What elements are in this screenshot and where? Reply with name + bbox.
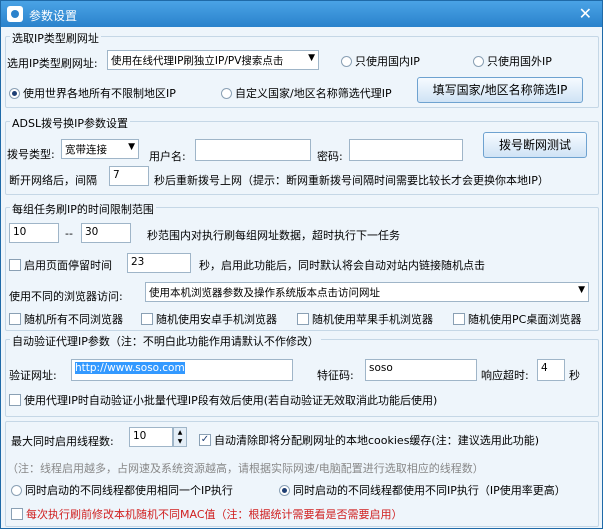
- rand-pc-label: 随机使用PC桌面浏览器: [468, 313, 582, 326]
- radio-domestic-ip-label: 只使用国内IP: [355, 55, 420, 68]
- timeout-label: 响应超时:: [481, 369, 529, 382]
- feature-code-input[interactable]: soso: [365, 359, 477, 381]
- stay-description: 秒，启用此功能后，同时默认将会自动对站内链接随机点击: [199, 259, 485, 272]
- max-threads-spinner[interactable]: ▲ ▼: [173, 427, 187, 447]
- feature-code-label: 特征码:: [317, 369, 354, 382]
- dial-test-button[interactable]: 拨号断网测试: [483, 132, 587, 158]
- batch-verify-label: 使用代理IP时自动验证小批量代理IP段有效后使用(若自动验证无效取消此功能后使用…: [24, 394, 438, 407]
- mac-change-box: [11, 508, 23, 520]
- radio-all-regions-label: 使用世界各地所有不限制地区IP: [23, 87, 176, 100]
- verify-url-input[interactable]: http://www.soso.com: [71, 359, 293, 381]
- rand-pc-checkbox[interactable]: 随机使用PC桌面浏览器: [453, 311, 581, 327]
- max-threads-label: 最大同时启用线程数:: [11, 435, 114, 448]
- browser-select-label: 使用不同的浏览器访问:: [9, 290, 123, 303]
- ip-type-select[interactable]: 使用在线代理IP刷独立IP/PV搜索点击 ▼: [107, 50, 319, 70]
- max-seconds-input[interactable]: 30: [81, 223, 131, 243]
- stay-time-checkbox-label: 启用页面停留时间: [24, 259, 112, 272]
- radio-same-ip-label: 同时启动的不同线程都使用相同一个IP执行: [25, 484, 233, 497]
- close-icon[interactable]: ✕: [579, 4, 592, 23]
- rand-all-browsers-box: [9, 313, 21, 325]
- range-description: 秒范围内对执行刷每组网址数据，超时执行下一任务: [147, 229, 400, 242]
- browser-select[interactable]: 使用本机浏览器参数及操作系统版本点击访问网址 ▼: [145, 282, 589, 302]
- stay-time-checkbox-box: [9, 259, 21, 271]
- radio-custom-region[interactable]: 自定义国家/地区名称筛选代理IP: [221, 85, 392, 101]
- title-bar: 参数设置 ✕: [1, 1, 602, 27]
- radio-custom-region-label: 自定义国家/地区名称筛选代理IP: [235, 87, 392, 100]
- radio-same-ip[interactable]: 同时启动的不同线程都使用相同一个IP执行: [11, 482, 233, 498]
- radio-foreign-ip[interactable]: 只使用国外IP: [473, 53, 552, 69]
- rand-all-browsers-label: 随机所有不同浏览器: [24, 313, 123, 326]
- radio-diff-ip-dot: [279, 484, 290, 496]
- verify-group-title: 自动验证代理IP参数（注：不明白此功能作用请默认不作修改）: [10, 333, 321, 349]
- max-threads-input[interactable]: 10: [129, 427, 173, 447]
- mac-change-checkbox[interactable]: 每次执行刷前修改本机随机不同MAC值（注：根据统计需要看是否需要启用）: [11, 506, 403, 522]
- dial-type-value: 宽带连接: [65, 144, 107, 156]
- password-input[interactable]: [349, 139, 463, 161]
- min-seconds-input[interactable]: 10: [9, 223, 59, 243]
- timeout-input[interactable]: 4: [537, 359, 565, 381]
- radio-all-regions[interactable]: 使用世界各地所有不限制地区IP: [9, 85, 176, 101]
- browser-select-value: 使用本机浏览器参数及操作系统版本点击访问网址: [149, 287, 380, 299]
- auto-clear-cookies-checkbox[interactable]: ✓ 自动清除即将分配刷网址的本地cookies缓存(注：建议选用此功能): [199, 432, 539, 448]
- chevron-down-icon: ▼: [578, 285, 585, 295]
- radio-domestic-ip[interactable]: 只使用国内IP: [341, 53, 420, 69]
- chevron-down-icon: ▼: [128, 142, 135, 152]
- password-label: 密码:: [317, 150, 343, 163]
- rand-apple-box: [297, 313, 309, 325]
- radio-diff-ip-label: 同时启动的不同线程都使用不同IP执行（IP使用率更高）: [293, 484, 566, 497]
- ip-type-group-title: 选取IP类型刷网址: [10, 30, 101, 46]
- window-title: 参数设置: [29, 9, 78, 23]
- timeout-unit: 秒: [569, 369, 580, 382]
- rand-all-browsers-checkbox[interactable]: 随机所有不同浏览器: [9, 311, 123, 327]
- ip-type-select-value: 使用在线代理IP刷独立IP/PV搜索点击: [111, 55, 284, 67]
- chevron-down-icon: ▼: [308, 53, 315, 63]
- rand-android-label: 随机使用安卓手机浏览器: [156, 313, 277, 326]
- username-input[interactable]: [195, 139, 311, 161]
- radio-custom-region-dot: [221, 87, 232, 99]
- rand-android-box: [141, 313, 153, 325]
- dial-type-label: 拨号类型:: [7, 148, 55, 161]
- batch-verify-box: [9, 394, 21, 406]
- interval-prefix: 断开网络后，间隔: [9, 174, 97, 187]
- auto-clear-cookies-label: 自动清除即将分配刷网址的本地cookies缓存(注：建议选用此功能): [214, 434, 540, 447]
- radio-diff-ip[interactable]: 同时启动的不同线程都使用不同IP执行（IP使用率更高）: [279, 482, 566, 498]
- rand-android-checkbox[interactable]: 随机使用安卓手机浏览器: [141, 311, 277, 327]
- radio-foreign-ip-dot: [473, 55, 484, 67]
- radio-foreign-ip-label: 只使用国外IP: [487, 55, 552, 68]
- app-icon: [7, 6, 23, 22]
- stay-seconds-input[interactable]: 23: [127, 253, 191, 273]
- settings-window: 参数设置 ✕ 选取IP类型刷网址 选用IP类型刷网址: 使用在线代理IP刷独立I…: [0, 0, 603, 529]
- radio-same-ip-dot: [11, 484, 22, 496]
- interval-suffix: 秒后重新拨号上网（提示：断网重新拨号间隔时间需要比较长才会更换你本地IP）: [154, 174, 549, 187]
- radio-domestic-ip-dot: [341, 55, 352, 67]
- batch-verify-checkbox[interactable]: 使用代理IP时自动验证小批量代理IP段有效后使用(若自动验证无效取消此功能后使用…: [9, 392, 437, 408]
- rand-pc-box: [453, 313, 465, 325]
- radio-all-regions-dot: [9, 87, 20, 99]
- rand-apple-label: 随机使用苹果手机浏览器: [312, 313, 433, 326]
- verify-url-label: 验证网址:: [9, 369, 57, 382]
- dial-type-select[interactable]: 宽带连接 ▼: [61, 139, 139, 159]
- range-separator: --: [65, 227, 73, 240]
- interval-input[interactable]: 7: [109, 166, 149, 186]
- adsl-group-title: ADSL拨号换IP参数设置: [10, 115, 130, 131]
- threads-note: （注：线程启用越多，占网速及系统资源越高，请根据实际网速/电脑配置进行选取相应的…: [7, 462, 484, 475]
- ip-type-select-label: 选用IP类型刷网址:: [7, 57, 98, 70]
- verify-url-value: http://www.soso.com: [75, 362, 185, 374]
- rand-apple-checkbox[interactable]: 随机使用苹果手机浏览器: [297, 311, 433, 327]
- fill-region-button[interactable]: 填写国家/地区名称筛选IP: [417, 77, 583, 103]
- auto-clear-cookies-box: ✓: [199, 434, 211, 446]
- username-label: 用户名:: [149, 150, 186, 163]
- stay-time-checkbox[interactable]: 启用页面停留时间: [9, 257, 112, 273]
- mac-change-label: 每次执行刷前修改本机随机不同MAC值（注：根据统计需要看是否需要启用）: [26, 508, 403, 521]
- time-limit-group-title: 每组任务刷IP的时间限制范围: [10, 201, 156, 217]
